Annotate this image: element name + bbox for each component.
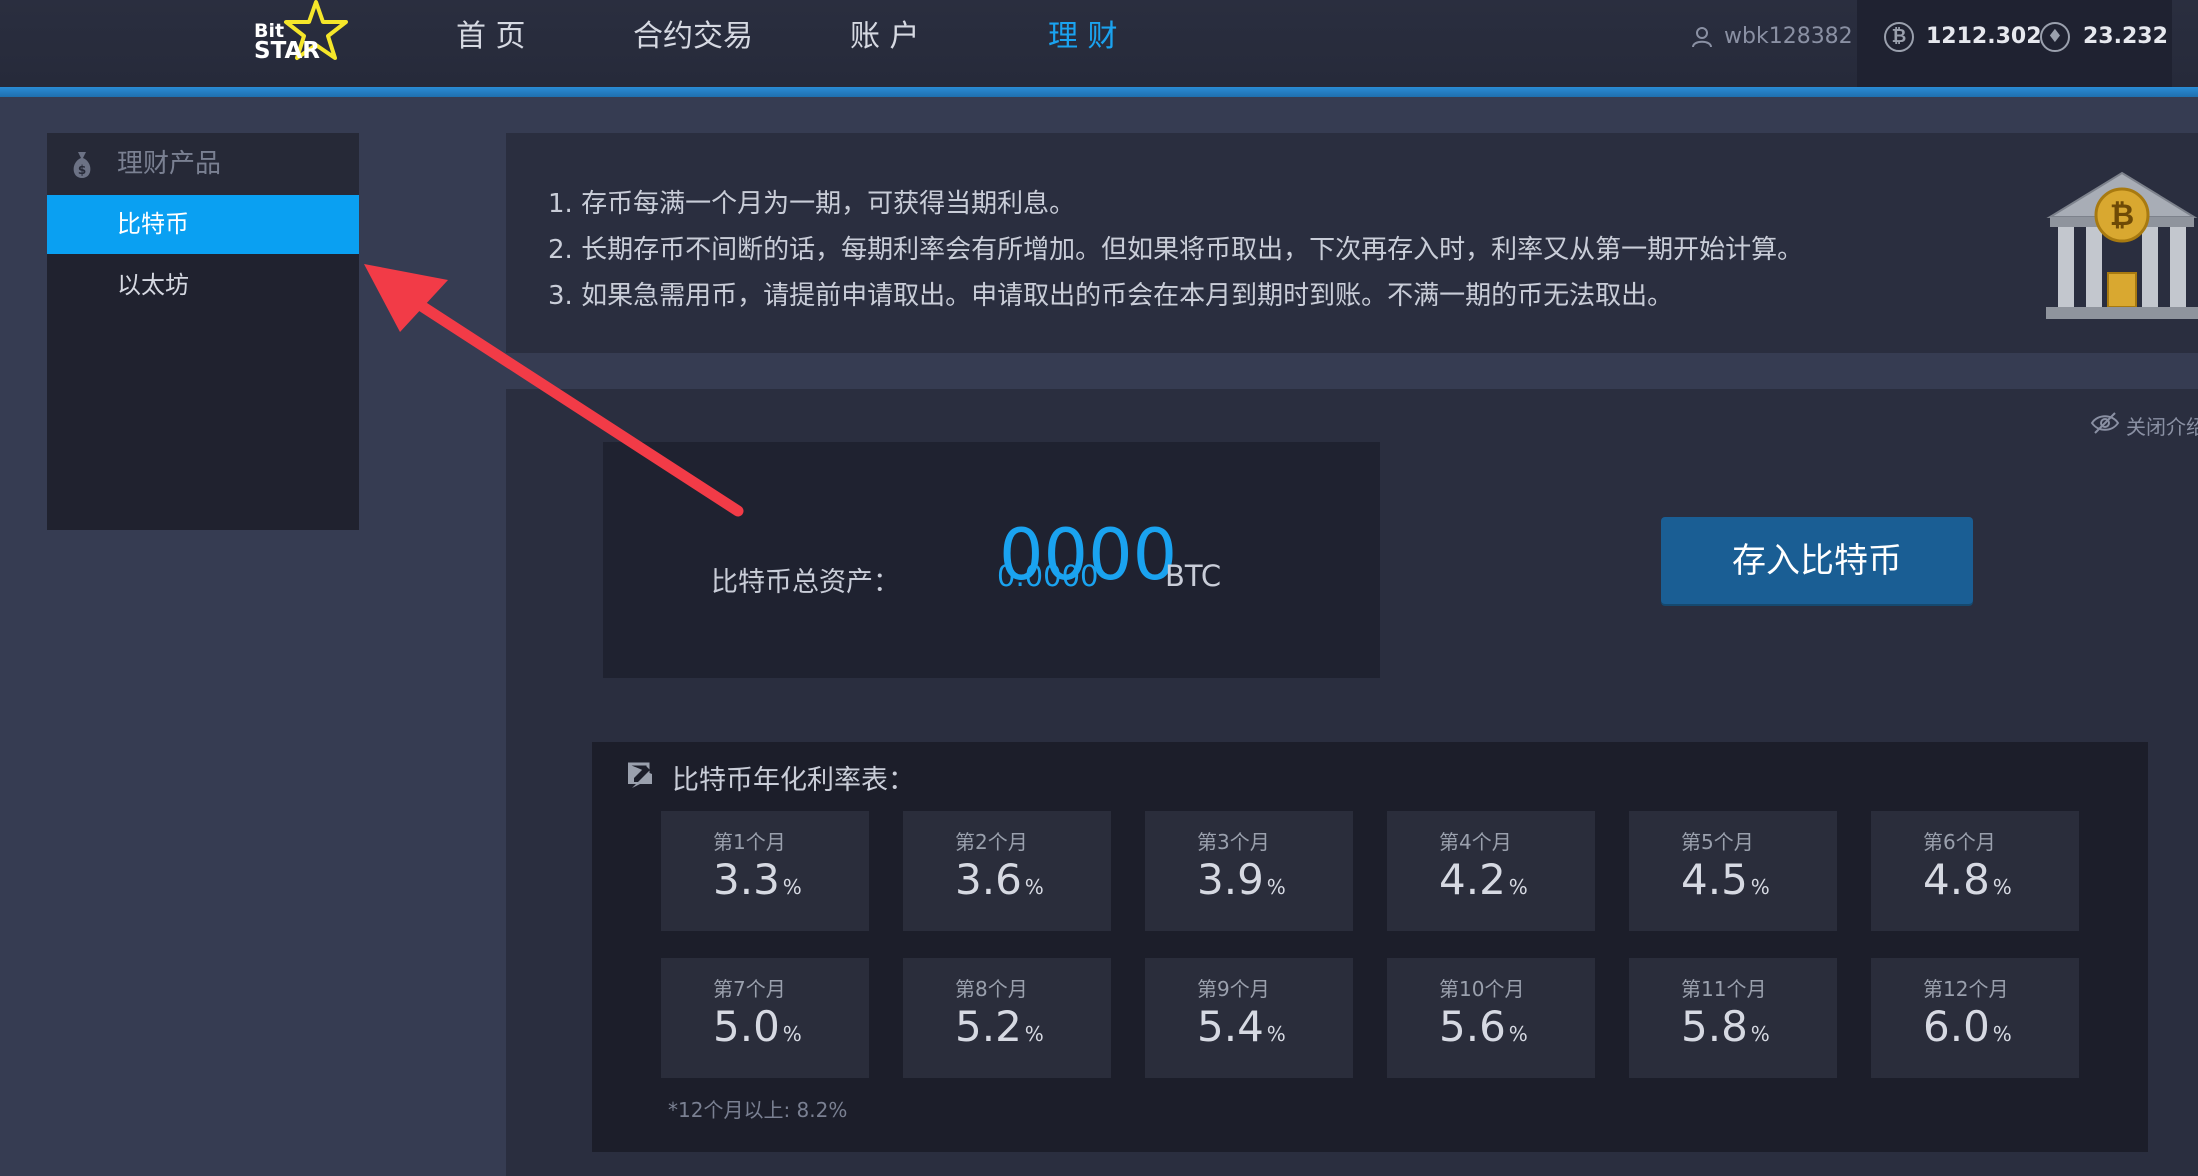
rate-card-month-4: 第4个月 4.2% [1387,811,1595,931]
sidebar-item-ethereum[interactable]: 以太坊 [47,256,359,315]
rate-month: 第2个月 [955,830,1028,854]
rate-value: 5.4% [1197,1002,1286,1051]
info-panel: 1. 存币每满一个月为一期，可获得当期利息。 2. 长期存币不间断的话，每期利率… [506,133,2198,353]
rate-table: 比特币年化利率表： 第1个月 3.3% 第2个月 3.6% 第3个月 3.9% … [592,742,2148,1152]
rate-month: 第3个月 [1197,830,1270,854]
rate-value: 4.2% [1439,855,1528,904]
rate-month: 第1个月 [713,830,786,854]
rate-month: 第5个月 [1681,830,1754,854]
rate-value: 5.6% [1439,1002,1528,1051]
topbar-accent-line [0,87,2198,97]
rate-card-month-10: 第10个月 5.6% [1387,958,1595,1078]
top-bar: Bit STAR 首 页 合约交易 账 户 理 财 wbk128382 ₿ 12… [0,0,2198,87]
rate-table-title: 比特币年化利率表： [672,765,915,796]
nav-wealth[interactable]: 理 财 [1048,0,1118,74]
sidebar-item-bitcoin[interactable]: 比特币 [47,195,359,254]
asset-unit: BTC [1165,559,1222,593]
rate-month: 第6个月 [1923,830,1996,854]
bitstar-logo[interactable]: Bit STAR [250,0,350,74]
rate-month: 第7个月 [713,977,786,1001]
svg-text:₿: ₿ [2110,198,2134,233]
svg-text:$: $ [78,163,86,177]
rate-value: 6.0% [1923,1002,2012,1051]
deposit-bitcoin-button[interactable]: 存入比特币 [1661,517,1973,604]
rate-month: 第11个月 [1681,977,1767,1001]
rate-value: 3.6% [955,855,1044,904]
rate-card-month-12: 第12个月 6.0% [1871,958,2079,1078]
rate-card-month-11: 第11个月 5.8% [1629,958,1837,1078]
info-line-1: 1. 存币每满一个月为一期，可获得当期利息。 [548,189,1076,219]
bitcoin-icon: ₿ [1884,22,1914,52]
rate-card-month-8: 第8个月 5.2% [903,958,1111,1078]
info-line-2: 2. 长期存币不间断的话，每期利率会有所增加。但如果将币取出，下次再存入时，利率… [548,235,1804,265]
rate-value: 5.8% [1681,1002,1770,1051]
sidebar-header: $ 理财产品 [47,133,359,195]
user-icon [1692,27,1712,48]
close-intro-label: 关闭介绍 [2126,415,2198,439]
rate-card-month-7: 第7个月 5.0% [661,958,869,1078]
username: wbk128382 [1724,24,1853,49]
sidebar: $ 理财产品 比特币 以太坊 [47,133,359,530]
info-line-3: 3. 如果急需用币，请提前申请取出。申请取出的币会在本月到期时到账。不满一期的币… [548,281,1674,311]
nav-home[interactable]: 首 页 [456,0,526,74]
rate-card-month-5: 第5个月 4.5% [1629,811,1837,931]
rate-card-month-9: 第9个月 5.4% [1145,958,1353,1078]
rate-card-month-3: 第3个月 3.9% [1145,811,1353,931]
rate-value: 4.8% [1923,855,2012,904]
rate-value: 3.9% [1197,855,1286,904]
nav-contract-trading[interactable]: 合约交易 [633,0,753,74]
rate-card-month-1: 第1个月 3.3% [661,811,869,931]
rate-value: 3.3% [713,855,802,904]
rate-note: *12个月以上: 8.2% [668,1098,848,1122]
btc-balance: 1212.302 [1926,24,2042,49]
asset-label: 比特币总资产： [711,567,900,598]
eye-off-icon [2090,412,2120,434]
sidebar-header-label: 理财产品 [117,149,222,179]
main-panel: 关闭介绍 比特币总资产： 0.0000 0000 BTC 存入比特币 比特币年化… [506,389,2198,1176]
logo-text-star: STAR [254,38,320,64]
money-bag-icon: $ [73,152,91,178]
asset-value-big: 0000 [999,514,1178,596]
rate-month: 第8个月 [955,977,1028,1001]
bitcoin-bank-icon: ₿ [2046,171,2198,319]
rate-value: 5.2% [955,1002,1044,1051]
rate-month: 第10个月 [1439,977,1525,1001]
ethereum-icon: ♦ [2040,22,2070,52]
rate-card-month-6: 第6个月 4.8% [1871,811,2079,931]
rate-value: 4.5% [1681,855,1770,904]
rate-month: 第9个月 [1197,977,1270,1001]
asset-box: 比特币总资产： 0.0000 0000 BTC [603,442,1380,678]
rate-value: 5.0% [713,1002,802,1051]
rate-month: 第4个月 [1439,830,1512,854]
rate-card-month-2: 第2个月 3.6% [903,811,1111,931]
rate-month: 第12个月 [1923,977,2009,1001]
balance-box: ₿ 1212.302 ♦ 23.232 [1857,0,2172,87]
edit-note-icon [628,762,652,788]
eth-balance: 23.232 [2083,24,2168,49]
nav-account[interactable]: 账 户 [850,0,920,74]
